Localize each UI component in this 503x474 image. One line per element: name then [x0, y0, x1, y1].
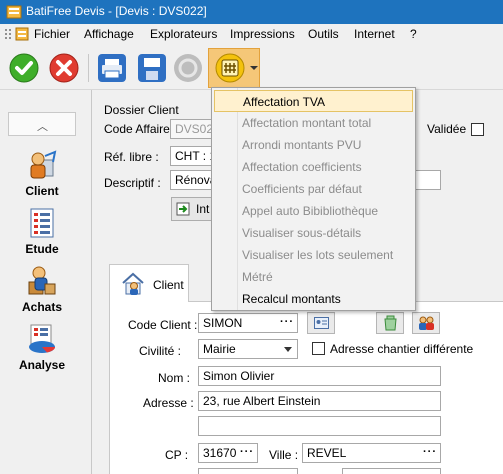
tools-dropdown-menu: Affectation TVA Affectation montant tota…: [211, 87, 416, 311]
descriptif-label: Descriptif :: [104, 176, 161, 190]
client-card-button[interactable]: [307, 312, 335, 334]
menu-item-recalcul-montants[interactable]: Recalcul montants: [214, 288, 413, 310]
chevron-down-icon[interactable]: [250, 66, 258, 70]
chevron-up-icon: ︿: [37, 121, 48, 133]
menu-fichier[interactable]: Fichier: [34, 27, 70, 41]
print-icon[interactable]: [96, 52, 128, 84]
adresse-chantier-checkbox[interactable]: [312, 342, 325, 355]
adresse-field[interactable]: 23, rue Albert Einstein: [198, 391, 441, 411]
trash-icon: [384, 315, 397, 331]
nom-label: Nom :: [158, 371, 191, 385]
menu-impressions[interactable]: Impressions: [230, 27, 295, 41]
users-button[interactable]: [412, 312, 440, 334]
menu-item-label: Visualiser les lots seulement: [242, 248, 394, 262]
sidebar-item-client[interactable]: Client: [0, 148, 84, 198]
validee-label: Validée: [427, 122, 467, 136]
adresse-line2-field[interactable]: [198, 416, 441, 436]
menu-outils[interactable]: Outils: [308, 27, 339, 41]
sidebar: ︿ Client Etude Achats Analyse: [0, 90, 92, 474]
menu-item-label: Coefficients par défaut: [242, 182, 362, 196]
menu-item-label: Arrondi montants PVU: [242, 138, 362, 152]
tab-client[interactable]: Client: [109, 264, 189, 302]
civilite-label: Civilité :: [139, 344, 182, 358]
code-client-field[interactable]: SIMON ···: [198, 313, 298, 333]
extra-field-left[interactable]: [198, 468, 298, 474]
menu-item-metre[interactable]: Métré: [214, 266, 413, 288]
save-icon[interactable]: [136, 52, 168, 84]
etude-icon: [30, 208, 54, 238]
window-menu-icon[interactable]: [15, 27, 29, 41]
ville-value: REVEL: [307, 446, 347, 460]
ville-lookup-button[interactable]: ···: [423, 446, 437, 458]
achats-icon: [28, 266, 56, 295]
int-button-label: Int: [196, 202, 210, 216]
nom-field[interactable]: Simon Olivier: [198, 366, 441, 386]
id-card-icon: [314, 317, 329, 329]
sidebar-item-label: Achats: [21, 300, 62, 314]
code-client-lookup-button[interactable]: ···: [280, 316, 294, 328]
disabled-tool-icon: [174, 54, 202, 82]
title-bar: BatiFree Devis - [Devis : DVS022]: [0, 0, 503, 24]
menu-item-affectation-coefficients[interactable]: Affectation coefficients: [214, 156, 413, 178]
menu-explorateurs[interactable]: Explorateurs: [150, 27, 217, 41]
menu-item-label: Appel auto Bibibliothèque: [242, 204, 379, 218]
adresse-chantier-label: Adresse chantier différente: [330, 342, 474, 356]
tab-client-label: Client: [153, 278, 184, 292]
menu-bar: Fichier Affichage Explorateurs Impressio…: [0, 24, 503, 44]
sidebar-item-label: Analyse: [18, 358, 66, 372]
clear-client-button[interactable]: [376, 312, 404, 334]
analyse-icon: [29, 324, 55, 353]
ville-label: Ville :: [269, 448, 299, 462]
sidebar-scroll-up-button[interactable]: ︿: [8, 112, 76, 136]
sidebar-item-label: Etude: [25, 242, 59, 256]
menu-item-label: Affectation TVA: [243, 95, 326, 109]
chevron-down-icon: [284, 347, 292, 352]
sidebar-item-achats[interactable]: Achats: [0, 264, 84, 314]
dossier-client-heading: Dossier Client: [104, 103, 179, 117]
civilite-select[interactable]: Mairie: [198, 339, 298, 359]
menu-help[interactable]: ?: [410, 27, 417, 41]
menu-item-label: Recalcul montants: [242, 292, 341, 306]
menu-item-coefficients-par-defaut[interactable]: Coefficients par défaut: [214, 178, 413, 200]
menu-item-label: Visualiser sous-détails: [242, 226, 362, 240]
ref-libre-label: Réf. libre :: [104, 150, 159, 164]
civilite-value: Mairie: [203, 342, 236, 356]
menu-item-affectation-tva[interactable]: Affectation TVA: [214, 90, 413, 112]
menu-item-arrondi-montants-pvu[interactable]: Arrondi montants PVU: [214, 134, 413, 156]
cp-value: 31670: [203, 446, 237, 460]
calculator-icon: [215, 53, 245, 83]
sidebar-item-analyse[interactable]: Analyse: [0, 322, 84, 372]
code-affaire-label: Code Affaire :: [104, 122, 177, 136]
import-icon: [176, 202, 190, 216]
menu-item-appel-auto-bibliotheque[interactable]: Appel auto Bibibliothèque: [214, 200, 413, 222]
menu-internet[interactable]: Internet: [354, 27, 395, 41]
menu-item-affectation-montant-total[interactable]: Affectation montant total: [214, 112, 413, 134]
users-icon: [419, 316, 434, 330]
menu-item-label: Métré: [242, 270, 273, 284]
cancel-icon[interactable]: [48, 52, 80, 84]
cp-lookup-button[interactable]: ···: [240, 446, 254, 458]
extra-field-right[interactable]: [342, 468, 441, 474]
ville-field[interactable]: REVEL ···: [302, 443, 441, 463]
grip-handle: [4, 28, 12, 40]
sidebar-item-etude[interactable]: Etude: [0, 206, 84, 256]
app-icon: [6, 5, 22, 19]
house-user-icon: [122, 272, 144, 295]
window-title: BatiFree Devis - [Devis : DVS022]: [26, 4, 207, 18]
client-icon: [30, 150, 57, 179]
code-client-label: Code Client :: [128, 318, 198, 332]
sidebar-item-label: Client: [25, 184, 59, 198]
cp-field[interactable]: 31670 ···: [198, 443, 258, 463]
menu-item-label: Affectation montant total: [242, 116, 372, 130]
menu-item-label: Affectation coefficients: [242, 160, 362, 174]
check-icon[interactable]: [8, 52, 40, 84]
toolbar-separator: [88, 54, 89, 82]
adresse-label: Adresse :: [143, 396, 194, 410]
code-client-value: SIMON: [203, 316, 243, 330]
menu-item-visualiser-sous-details[interactable]: Visualiser sous-détails: [214, 222, 413, 244]
menu-affichage[interactable]: Affichage: [84, 27, 134, 41]
menu-item-visualiser-lots[interactable]: Visualiser les lots seulement: [214, 244, 413, 266]
validee-checkbox[interactable]: [471, 123, 484, 136]
cp-label: CP :: [165, 448, 189, 462]
